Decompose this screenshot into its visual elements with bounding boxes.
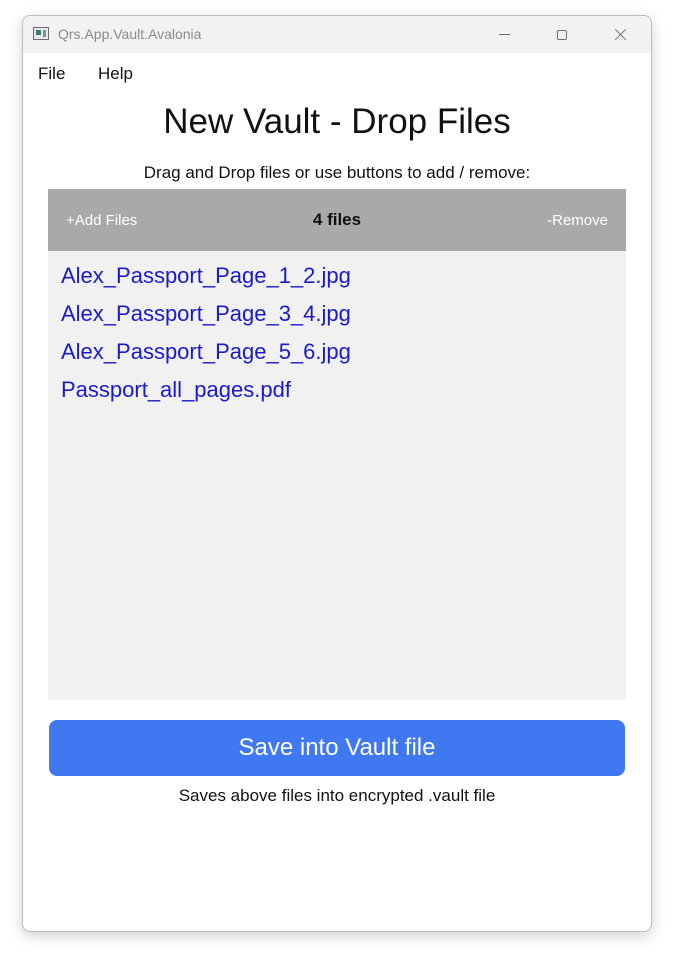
close-icon [614, 28, 627, 41]
file-list: Alex_Passport_Page_1_2.jpg Alex_Passport… [61, 263, 351, 415]
page-title: New Vault - Drop Files [163, 102, 511, 141]
window-title: Qrs.App.Vault.Avalonia [58, 26, 202, 42]
minimize-button[interactable] [475, 16, 533, 53]
title-bar[interactable]: Qrs.App.Vault.Avalonia [23, 16, 651, 53]
file-list-item[interactable]: Passport_all_pages.pdf [61, 377, 351, 415]
save-note-text: Saves above files into encrypted .vault … [178, 786, 496, 805]
file-list-item[interactable]: Alex_Passport_Page_1_2.jpg [61, 263, 351, 301]
maximize-icon [557, 29, 567, 40]
app-window: Qrs.App.Vault.Avalonia File Help New Vau… [22, 15, 652, 932]
instructions-text: Drag and Drop files or use buttons to ad… [143, 163, 531, 182]
maximize-button[interactable] [533, 16, 591, 53]
menu-file[interactable]: File [38, 64, 65, 84]
app-icon [33, 27, 49, 40]
file-toolbar: +Add Files 4 files -Remove [48, 189, 626, 251]
menu-bar: File Help [23, 53, 651, 93]
file-count-label: 4 files [312, 210, 362, 229]
file-list-item[interactable]: Alex_Passport_Page_3_4.jpg [61, 301, 351, 339]
menu-help[interactable]: Help [98, 64, 133, 84]
file-list-item[interactable]: Alex_Passport_Page_5_6.jpg [61, 339, 351, 377]
close-button[interactable] [591, 16, 649, 53]
minimize-icon [498, 34, 510, 35]
remove-button[interactable]: -Remove [547, 212, 608, 229]
save-vault-button[interactable]: Save into Vault file [49, 720, 625, 776]
file-drop-panel[interactable]: +Add Files 4 files -Remove Alex_Passport… [48, 189, 626, 700]
